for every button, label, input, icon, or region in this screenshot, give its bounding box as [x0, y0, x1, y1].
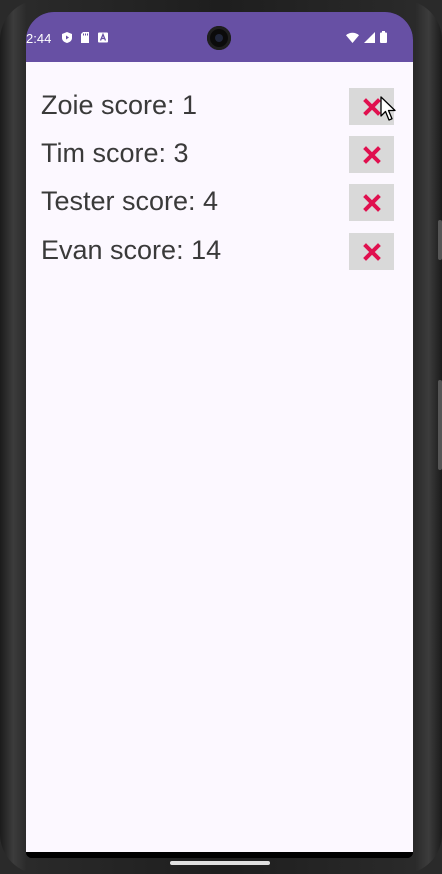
score-label: Evan score: 14	[41, 235, 222, 265]
delete-button[interactable]	[349, 136, 394, 173]
score-label: Zoie score: 1	[41, 90, 198, 120]
wifi-icon	[346, 32, 359, 43]
close-x-icon	[362, 242, 381, 261]
power-button	[438, 220, 442, 260]
status-bar: 2:44	[26, 12, 413, 62]
battery-icon	[380, 31, 387, 43]
delete-button[interactable]	[349, 184, 394, 221]
score-label: Tim score: 3	[41, 138, 189, 168]
status-icons-right	[346, 31, 387, 43]
list-item: Evan score: 14	[26, 227, 413, 275]
shield-play-icon	[62, 32, 72, 43]
mouse-cursor-icon	[380, 96, 396, 121]
list-item: Tester score: 4	[26, 178, 413, 226]
screen: 2:44 Zoie score: 1 Tim score: 3 Tester s…	[26, 12, 413, 858]
navigation-bar	[26, 852, 413, 858]
close-x-icon	[362, 193, 381, 212]
cellular-signal-icon	[364, 31, 375, 43]
sd-card-icon	[81, 32, 89, 43]
status-time: 2:44	[26, 31, 52, 46]
phone-frame: 2:44 Zoie score: 1 Tim score: 3 Tester s…	[0, 0, 442, 874]
list-item: Zoie score: 1	[26, 82, 413, 130]
close-x-icon	[362, 97, 381, 116]
close-x-icon	[362, 145, 381, 164]
status-icons-left	[62, 32, 108, 43]
list-item: Tim score: 3	[26, 130, 413, 178]
score-label: Tester score: 4	[41, 186, 219, 216]
score-list: Zoie score: 1 Tim score: 3 Tester score:…	[26, 62, 413, 852]
home-indicator[interactable]	[170, 861, 270, 865]
volume-button	[438, 380, 442, 470]
front-camera	[207, 26, 231, 50]
delete-button[interactable]	[349, 233, 394, 270]
font-a-icon	[98, 32, 108, 43]
